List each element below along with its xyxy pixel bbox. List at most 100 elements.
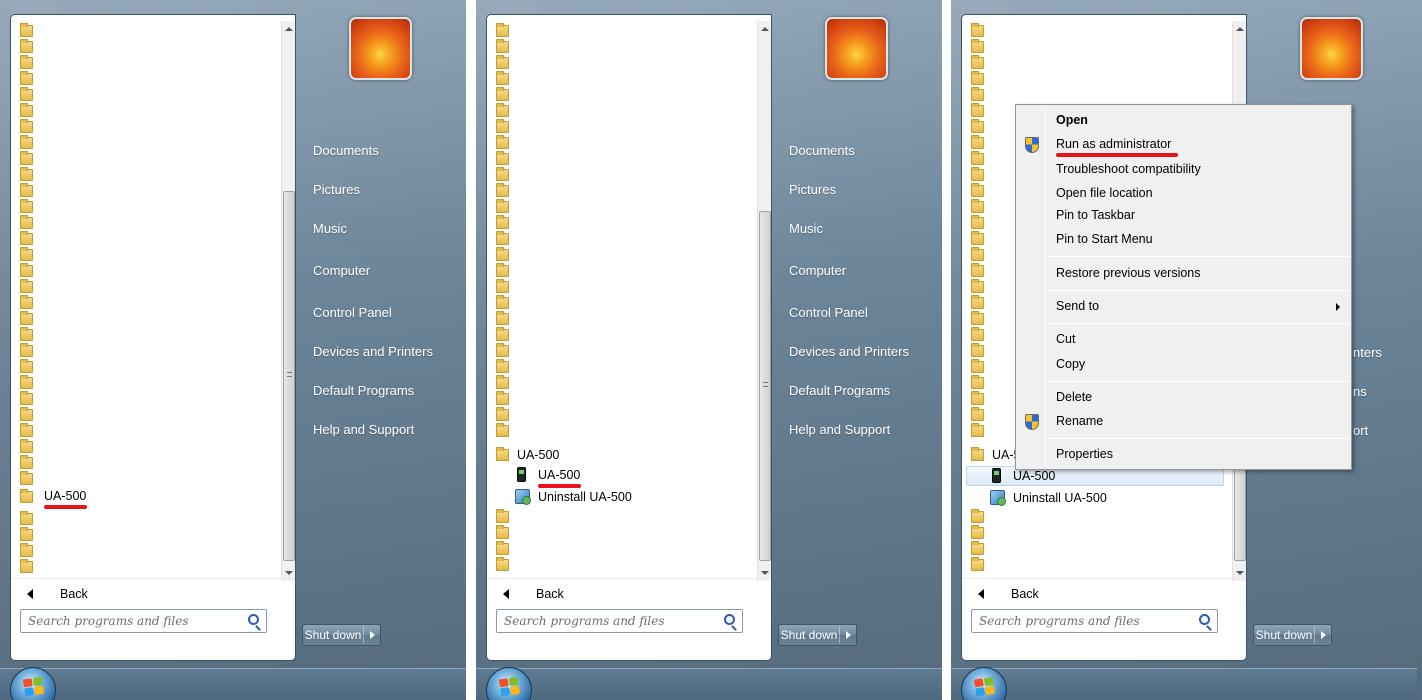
menu-devices-and-printers[interactable]: Devices and Printers [313, 344, 433, 359]
folder-icon[interactable] [496, 423, 509, 437]
folder-icon[interactable] [496, 525, 509, 539]
folder-icon[interactable] [496, 447, 509, 461]
folder-icon[interactable] [496, 231, 509, 245]
menu-computer[interactable]: Computer [313, 263, 370, 278]
menu-pictures[interactable]: Pictures [313, 182, 360, 197]
folder-icon[interactable] [496, 55, 509, 69]
search-input[interactable] [497, 610, 717, 632]
menu-pictures[interactable]: Pictures [789, 182, 836, 197]
folder-icon[interactable] [496, 199, 509, 213]
folder-icon[interactable] [971, 311, 984, 325]
folder-icon[interactable] [971, 407, 984, 421]
folder-icon[interactable] [496, 135, 509, 149]
ctx-pin-to-taskbar[interactable]: Pin to Taskbar [1056, 208, 1135, 222]
user-avatar[interactable] [349, 17, 412, 80]
folder-icon[interactable] [20, 423, 33, 437]
menu-default-programs[interactable]: Default Programs [789, 383, 890, 398]
folder-icon[interactable] [20, 391, 33, 405]
search-icon[interactable] [724, 614, 735, 625]
shutdown-options-arrow-icon[interactable] [846, 631, 851, 639]
ctx-open-file-location[interactable]: Open file location [1056, 186, 1153, 200]
folder-icon[interactable] [971, 87, 984, 101]
folder-icon[interactable] [20, 23, 33, 37]
programs-scrollbar[interactable] [757, 21, 771, 581]
folder-icon[interactable] [496, 343, 509, 357]
folder-icon[interactable] [971, 183, 984, 197]
folder-icon[interactable] [20, 71, 33, 85]
folder-icon[interactable] [496, 167, 509, 181]
program-ua500[interactable]: UA-500 [1013, 469, 1055, 483]
folder-icon[interactable] [20, 183, 33, 197]
folder-icon[interactable] [971, 327, 984, 341]
folder-icon[interactable] [496, 279, 509, 293]
folder-icon[interactable] [971, 509, 984, 523]
search-input[interactable] [972, 610, 1192, 632]
folder-icon[interactable] [496, 39, 509, 53]
menu-music[interactable]: Music [789, 221, 823, 236]
ctx-rename[interactable]: Rename [1056, 414, 1103, 428]
folder-icon[interactable] [496, 359, 509, 373]
scroll-up-arrow-icon[interactable] [761, 27, 769, 31]
search-box[interactable] [496, 609, 743, 633]
folder-icon[interactable] [20, 311, 33, 325]
folder-icon[interactable] [20, 359, 33, 373]
folder-icon[interactable] [496, 295, 509, 309]
search-icon[interactable] [1199, 614, 1210, 625]
folder-icon[interactable] [20, 231, 33, 245]
programs-scrollbar[interactable] [281, 21, 295, 581]
folder-icon[interactable] [496, 311, 509, 325]
folder-icon[interactable] [971, 71, 984, 85]
program-folder-ua500[interactable]: UA-500 [44, 489, 86, 503]
program-ua500[interactable]: UA-500 [538, 468, 580, 482]
user-avatar[interactable] [1300, 17, 1363, 80]
ctx-pin-to-start-menu[interactable]: Pin to Start Menu [1056, 232, 1153, 246]
folder-icon[interactable] [20, 295, 33, 309]
shutdown-button[interactable]: Shut down [778, 624, 857, 646]
folder-icon[interactable] [971, 199, 984, 213]
folder-icon[interactable] [20, 247, 33, 261]
folder-icon[interactable] [20, 543, 33, 557]
folder-icon[interactable] [971, 557, 984, 571]
folder-icon[interactable] [496, 375, 509, 389]
folder-icon[interactable] [971, 167, 984, 181]
search-icon[interactable] [248, 614, 259, 625]
folder-icon[interactable] [20, 375, 33, 389]
folder-icon[interactable] [971, 279, 984, 293]
search-box[interactable] [20, 609, 267, 633]
folder-icon[interactable] [971, 55, 984, 69]
search-input[interactable] [21, 610, 241, 632]
user-avatar[interactable] [825, 17, 888, 80]
folder-icon[interactable] [20, 151, 33, 165]
menu-music[interactable]: Music [313, 221, 347, 236]
folder-icon[interactable] [20, 343, 33, 357]
scroll-up-arrow-icon[interactable] [1236, 27, 1244, 31]
folder-icon[interactable] [971, 215, 984, 229]
folder-icon[interactable] [496, 247, 509, 261]
folder-icon[interactable] [20, 559, 33, 573]
folder-icon[interactable] [20, 279, 33, 293]
program-uninstall-ua500[interactable]: Uninstall UA-500 [1013, 491, 1107, 505]
folder-icon[interactable] [971, 103, 984, 117]
folder-icon[interactable] [971, 359, 984, 373]
menu-help-and-support[interactable]: ort [1353, 423, 1368, 438]
menu-default-programs[interactable]: Default Programs [313, 383, 414, 398]
folder-icon[interactable] [20, 471, 33, 485]
folder-icon[interactable] [20, 439, 33, 453]
folder-icon[interactable] [20, 327, 33, 341]
back-button[interactable]: Back [962, 578, 1246, 608]
folder-icon[interactable] [971, 135, 984, 149]
folder-icon[interactable] [496, 407, 509, 421]
ctx-cut[interactable]: Cut [1056, 332, 1075, 346]
folder-icon[interactable] [496, 327, 509, 341]
ctx-open[interactable]: Open [1056, 113, 1088, 127]
menu-devices-and-printers[interactable]: Devices and Printers [789, 344, 909, 359]
scroll-thumb[interactable] [283, 191, 295, 561]
folder-icon[interactable] [20, 103, 33, 117]
folder-icon[interactable] [971, 247, 984, 261]
ctx-troubleshoot-compatibility[interactable]: Troubleshoot compatibility [1056, 162, 1201, 176]
ctx-copy[interactable]: Copy [1056, 357, 1085, 371]
folder-icon[interactable] [496, 119, 509, 133]
menu-control-panel[interactable]: Control Panel [789, 305, 868, 320]
scroll-down-arrow-icon[interactable] [761, 571, 769, 575]
folder-icon[interactable] [20, 263, 33, 277]
